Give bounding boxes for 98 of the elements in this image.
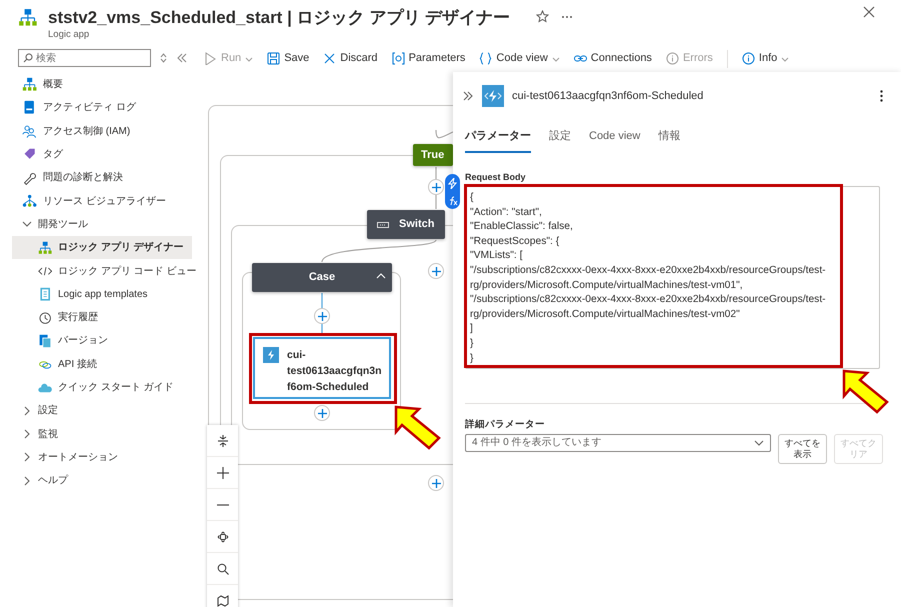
designer-icon bbox=[38, 240, 52, 255]
canvas-control-button[interactable] bbox=[207, 521, 238, 553]
action-icon bbox=[263, 347, 279, 363]
lightning-icon bbox=[448, 178, 457, 188]
wrench-icon bbox=[22, 170, 37, 186]
field-label: 詳細パラメーター bbox=[465, 418, 546, 432]
panel-tab[interactable]: 設定 bbox=[549, 124, 571, 152]
close-icon bbox=[323, 52, 336, 65]
history-icon bbox=[38, 310, 52, 325]
chevron-icon[interactable] bbox=[22, 452, 32, 462]
network-icon bbox=[22, 194, 37, 209]
logic-app-icon bbox=[18, 8, 38, 28]
template-icon bbox=[38, 287, 52, 302]
panel-tab[interactable]: 情報 bbox=[658, 124, 680, 152]
sidebar-item[interactable]: ヘルプ bbox=[0, 469, 192, 492]
toolbar-button[interactable]: Code view bbox=[479, 50, 560, 67]
sidebar-item[interactable]: アクティビティ ログ bbox=[0, 96, 192, 120]
field-label: Request Body bbox=[465, 170, 527, 184]
sidebar-item[interactable]: バージョン bbox=[12, 329, 192, 353]
code-icon bbox=[38, 264, 52, 278]
plus-icon bbox=[318, 408, 326, 418]
panel-button[interactable]: すべてを表示 bbox=[778, 434, 827, 464]
expand-icon[interactable] bbox=[463, 91, 474, 101]
case-node[interactable]: Case bbox=[252, 263, 392, 292]
zoom-in-icon bbox=[216, 466, 228, 478]
toolbar-button[interactable]: Discard bbox=[323, 50, 378, 67]
more-icon[interactable] bbox=[880, 90, 883, 102]
action-node[interactable]: cui-test0613aacgfqn3nf6om-Scheduled bbox=[253, 337, 391, 399]
log-icon bbox=[22, 100, 37, 116]
toolbar-button[interactable]: Connections bbox=[574, 50, 652, 67]
add-step-button[interactable] bbox=[314, 308, 330, 324]
sidebar-item[interactable]: API 接続 bbox=[12, 352, 192, 376]
toolbar-button[interactable]: Parameters bbox=[392, 50, 466, 67]
sidebar-item[interactable]: 問題の診断と解決 bbox=[0, 166, 192, 190]
info-icon bbox=[742, 52, 755, 65]
sidebar-item[interactable]: オートメーション bbox=[0, 446, 192, 470]
sidebar-item[interactable]: アクセス制御 (IAM) bbox=[0, 120, 192, 143]
panel-tab[interactable]: Code view bbox=[589, 124, 640, 152]
toolbar-button[interactable]: Info bbox=[742, 50, 790, 67]
save-icon bbox=[267, 52, 280, 65]
function-icon bbox=[448, 196, 458, 206]
sidebar-item[interactable]: タグ bbox=[0, 142, 192, 166]
canvas-control-button[interactable] bbox=[207, 425, 238, 457]
toolbar-button[interactable]: Save bbox=[267, 50, 310, 67]
sidebar-item[interactable]: 設定 bbox=[0, 399, 192, 422]
sidebar-item[interactable]: クイック スタート ガイド bbox=[12, 376, 192, 400]
canvas-control-button[interactable] bbox=[207, 553, 238, 585]
map-icon bbox=[216, 594, 228, 606]
close-icon[interactable] bbox=[863, 6, 875, 18]
search-icon bbox=[216, 562, 228, 574]
panel-title: cui-test0613aacgfqn3nf6om-Scheduled bbox=[512, 88, 704, 104]
caret-icon bbox=[754, 440, 764, 446]
page-title: ststv2_vms_Scheduled_start | ロジック アプリ デザイナー bbox=[48, 8, 510, 28]
page-subtitle: Logic app bbox=[48, 28, 90, 42]
add-step-button[interactable] bbox=[314, 405, 330, 421]
callout-arrow bbox=[841, 368, 890, 415]
star-icon[interactable] bbox=[536, 10, 549, 23]
callout-arrow bbox=[393, 404, 442, 451]
add-step-button[interactable] bbox=[428, 179, 444, 195]
overview-icon bbox=[22, 77, 37, 92]
sidebar-item[interactable]: 概要 bbox=[0, 73, 192, 96]
expression-toggle[interactable] bbox=[445, 174, 460, 209]
canvas-control-button[interactable] bbox=[207, 457, 238, 489]
braces-icon bbox=[479, 52, 492, 65]
action-icon bbox=[482, 85, 504, 107]
search-icon bbox=[23, 53, 33, 63]
info-icon bbox=[666, 52, 679, 65]
search-field[interactable]: 検索 bbox=[18, 49, 151, 67]
sidebar-item[interactable]: リソース ビジュアライザー bbox=[0, 189, 192, 213]
chevron-icon[interactable] bbox=[22, 476, 32, 486]
add-step-button[interactable] bbox=[428, 475, 444, 491]
parameter-dropdown[interactable]: 4 件中 0 件を表示しています bbox=[465, 434, 771, 452]
connector-line bbox=[436, 130, 453, 138]
run-icon bbox=[204, 52, 217, 65]
add-step-button[interactable] bbox=[428, 263, 444, 279]
request-body-field[interactable]: { "Action": "start", "EnableClassic": false, "RequestScopes": { "VMLists": [ "/subscriptions/c82cxxxx-0exx-4xxx-8xxx-e20xxe2b4xxb/resourceGroups/test-rg/providers/Microsoft.Compute/virtualMachines/test-vm01", "/subscriptions/c82cxxxx-0exx-4xxx-8xxx-e20xxe2b4xxb/resourceGroups/test-rg/providers/Microsoft.Compute/virtualMachines/test-vm02" ] } } bbox=[465, 186, 880, 369]
sort-icon[interactable] bbox=[159, 53, 168, 63]
fit-icon bbox=[216, 434, 228, 446]
chevron-icon[interactable] bbox=[22, 406, 32, 416]
sidebar-item[interactable]: 実行履歴 bbox=[12, 306, 192, 330]
switch-node[interactable]: Switch bbox=[367, 210, 445, 239]
people-icon bbox=[22, 124, 37, 139]
plus-icon bbox=[318, 312, 326, 320]
parameters-icon bbox=[392, 52, 405, 65]
versions-icon bbox=[38, 334, 52, 348]
sidebar-item[interactable]: ロジック アプリ デザイナー bbox=[12, 236, 192, 260]
switch-icon bbox=[377, 222, 389, 228]
condition-node[interactable]: True bbox=[413, 144, 453, 166]
panel-tab[interactable]: パラメーター bbox=[465, 124, 531, 152]
sidebar-item[interactable]: 監視 bbox=[0, 422, 192, 446]
center-icon bbox=[216, 530, 228, 542]
chevron-icon[interactable] bbox=[22, 219, 32, 230]
plus-icon bbox=[432, 266, 440, 276]
sidebar-item[interactable]: Logic app templates bbox=[12, 282, 192, 306]
sidebar-item[interactable]: 開発ツール bbox=[0, 212, 192, 236]
plus-icon bbox=[432, 182, 440, 192]
chevron-icon[interactable] bbox=[22, 429, 32, 440]
plus-icon bbox=[432, 478, 440, 488]
